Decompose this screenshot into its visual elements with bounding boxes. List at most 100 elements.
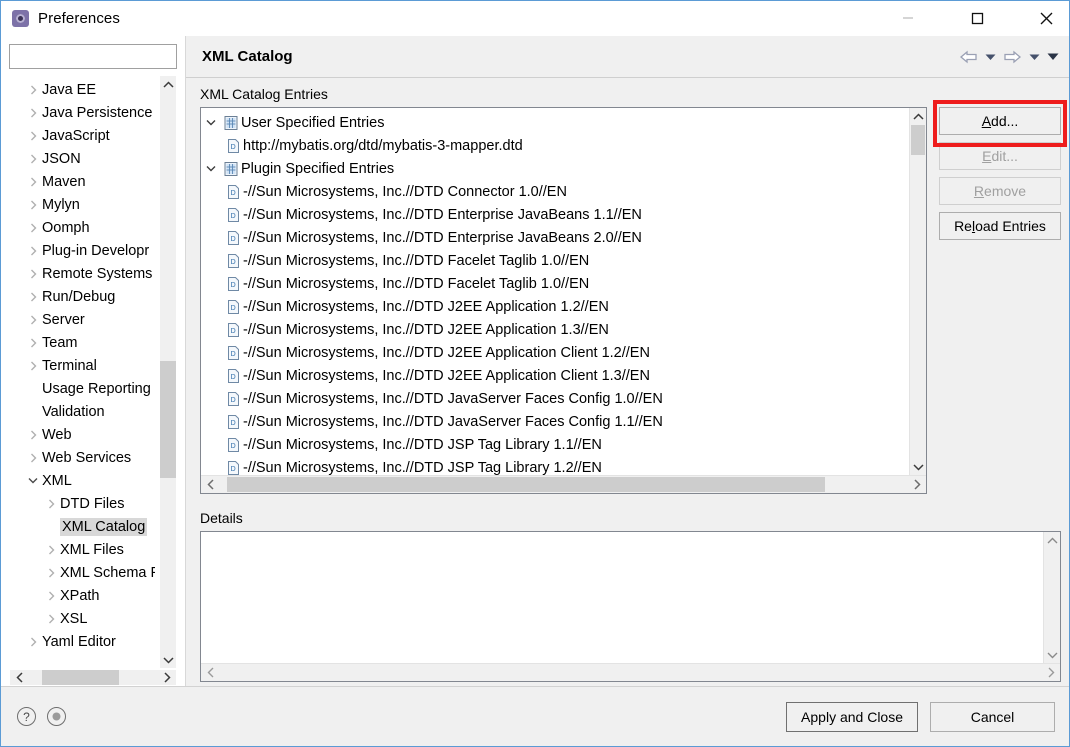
chevron-right-icon[interactable] [24, 131, 42, 141]
back-arrow-icon[interactable] [957, 48, 980, 66]
details-scroll-up-button[interactable] [1044, 532, 1060, 549]
sidebar-item-xml-files[interactable]: XML Files [10, 538, 159, 561]
sidebar-item-web[interactable]: Web [10, 423, 159, 446]
page-menu-chevron-down-icon[interactable] [1045, 50, 1061, 63]
sidebar-scroll-down-button[interactable] [160, 651, 176, 668]
details-scroll-track[interactable] [1044, 549, 1060, 646]
sidebar-item-xml[interactable]: XML [10, 469, 159, 492]
entries-item-row[interactable]: D -//Sun Microsystems, Inc.//DTD JSP Tag … [201, 433, 909, 456]
sidebar-item-java-persistence[interactable]: Java Persistence [10, 101, 159, 124]
add-button[interactable]: Add... [939, 107, 1061, 135]
chevron-down-icon[interactable] [201, 165, 221, 172]
chevron-right-icon[interactable] [24, 200, 42, 210]
chevron-right-icon[interactable] [42, 591, 60, 601]
chevron-right-icon[interactable] [24, 223, 42, 233]
chevron-right-icon[interactable] [24, 292, 42, 302]
entries-hscroll-thumb[interactable] [226, 477, 825, 492]
sidebar-item-dtd-files[interactable]: DTD Files [10, 492, 159, 515]
details-scroll-down-button[interactable] [1044, 646, 1060, 663]
sidebar-item-remote-systems[interactable]: Remote Systems [10, 262, 159, 285]
sidebar-scroll-track[interactable] [160, 93, 176, 651]
chevron-right-icon[interactable] [42, 499, 60, 509]
details-hscroll-track[interactable] [220, 664, 1041, 681]
minimize-button[interactable] [885, 1, 931, 35]
chevron-right-icon[interactable] [24, 637, 42, 647]
entries-item-row[interactable]: D -//Sun Microsystems, Inc.//DTD Enterpri… [201, 226, 909, 249]
details-scroll-left-button[interactable] [201, 664, 220, 681]
chevron-right-icon[interactable] [42, 568, 60, 578]
chevron-right-icon[interactable] [24, 338, 42, 348]
sidebar-item-java-ee[interactable]: Java EE [10, 78, 159, 101]
chevron-right-icon[interactable] [24, 85, 42, 95]
sidebar-item-validation[interactable]: Validation [10, 400, 159, 423]
details-horizontal-scrollbar[interactable] [201, 663, 1060, 681]
sidebar-item-maven[interactable]: Maven [10, 170, 159, 193]
chevron-right-icon[interactable] [24, 269, 42, 279]
entries-item-row[interactable]: D -//Sun Microsystems, Inc.//DTD J2EE App… [201, 341, 909, 364]
entries-scroll-right-button[interactable] [907, 476, 926, 493]
apply-and-close-button[interactable]: Apply and Close [786, 701, 918, 732]
sidebar-item-terminal[interactable]: Terminal [10, 354, 159, 377]
close-button[interactable] [1023, 1, 1069, 35]
sidebar-item-usage-reporting[interactable]: Usage Reporting [10, 377, 159, 400]
sidebar-scroll-left-button[interactable] [10, 670, 29, 685]
sidebar-item-javascript[interactable]: JavaScript [10, 124, 159, 147]
details-scroll-right-button[interactable] [1041, 664, 1060, 681]
entries-horizontal-scrollbar[interactable] [201, 475, 926, 493]
sidebar-item-mylyn[interactable]: Mylyn [10, 193, 159, 216]
search-input[interactable] [9, 44, 177, 69]
entries-item-row[interactable]: Dhttp://mybatis.org/dtd/mybatis-3-mapper… [201, 134, 909, 157]
maximize-button[interactable] [954, 1, 1000, 35]
entries-hscroll-track[interactable] [220, 476, 907, 493]
chevron-right-icon[interactable] [24, 315, 42, 325]
chevron-right-icon[interactable] [24, 108, 42, 118]
xml-catalog-entries-list[interactable]: User Specified Entries Dhttp://mybatis.or… [200, 107, 927, 494]
sidebar-scroll-thumb[interactable] [160, 360, 176, 478]
edit-button[interactable]: Edit... [939, 142, 1061, 170]
entries-item-row[interactable]: D -//Sun Microsystems, Inc.//DTD Facelet … [201, 272, 909, 295]
info-circle-icon[interactable] [47, 707, 66, 726]
sidebar-item-server[interactable]: Server [10, 308, 159, 331]
entries-item-row[interactable]: D -//Sun Microsystems, Inc.//DTD Enterpri… [201, 203, 909, 226]
sidebar-hscroll-track[interactable] [29, 670, 157, 685]
sidebar-item-xml-schema-f[interactable]: XML Schema F [10, 561, 159, 584]
remove-button[interactable]: Remove [939, 177, 1061, 205]
chevron-right-icon[interactable] [24, 361, 42, 371]
chevron-right-icon[interactable] [42, 545, 60, 555]
sidebar-item-yaml-editor[interactable]: Yaml Editor [10, 630, 159, 653]
reload-entries-button[interactable]: Reload Entries [939, 212, 1061, 240]
entries-scroll-left-button[interactable] [201, 476, 220, 493]
forward-menu-chevron-down-icon[interactable] [1027, 51, 1042, 63]
entries-item-row[interactable]: D -//Sun Microsystems, Inc.//DTD JSP Tag … [201, 456, 909, 475]
sidebar-item-oomph[interactable]: Oomph [10, 216, 159, 239]
entries-vertical-scrollbar[interactable] [909, 108, 926, 475]
sidebar-item-plug-in-developr[interactable]: Plug-in Developr [10, 239, 159, 262]
entries-item-row[interactable]: D -//Sun Microsystems, Inc.//DTD J2EE App… [201, 318, 909, 341]
sidebar-item-json[interactable]: JSON [10, 147, 159, 170]
sidebar-item-xpath[interactable]: XPath [10, 584, 159, 607]
chevron-right-icon[interactable] [24, 430, 42, 440]
sidebar-item-web-services[interactable]: Web Services [10, 446, 159, 469]
entries-item-row[interactable]: D -//Sun Microsystems, Inc.//DTD J2EE App… [201, 295, 909, 318]
entries-item-row[interactable]: D -//Sun Microsystems, Inc.//DTD Connecto… [201, 180, 909, 203]
entries-item-row[interactable]: D -//Sun Microsystems, Inc.//DTD JavaServ… [201, 387, 909, 410]
entries-item-row[interactable]: D -//Sun Microsystems, Inc.//DTD J2EE App… [201, 364, 909, 387]
details-panel[interactable] [200, 531, 1061, 682]
sidebar-vertical-scrollbar[interactable] [159, 76, 176, 668]
entries-scroll-track[interactable] [910, 125, 926, 458]
chevron-right-icon[interactable] [42, 614, 60, 624]
sidebar-item-xsl[interactable]: XSL [10, 607, 159, 630]
sidebar-item-team[interactable]: Team [10, 331, 159, 354]
sidebar-scroll-up-button[interactable] [160, 76, 176, 93]
sidebar-horizontal-scrollbar[interactable] [9, 669, 177, 686]
chevron-down-icon[interactable] [201, 119, 221, 126]
entries-group-row[interactable]: Plugin Specified Entries [201, 157, 909, 180]
back-menu-chevron-down-icon[interactable] [983, 51, 998, 63]
help-question-icon[interactable]: ? [17, 707, 36, 726]
sidebar-item-xml-catalog[interactable]: XML Catalog [10, 515, 159, 538]
entries-scroll-thumb[interactable] [911, 125, 925, 155]
sidebar-hscroll-thumb[interactable] [41, 670, 119, 685]
entries-group-row[interactable]: User Specified Entries [201, 111, 909, 134]
entries-item-row[interactable]: D -//Sun Microsystems, Inc.//DTD Facelet … [201, 249, 909, 272]
chevron-right-icon[interactable] [24, 177, 42, 187]
